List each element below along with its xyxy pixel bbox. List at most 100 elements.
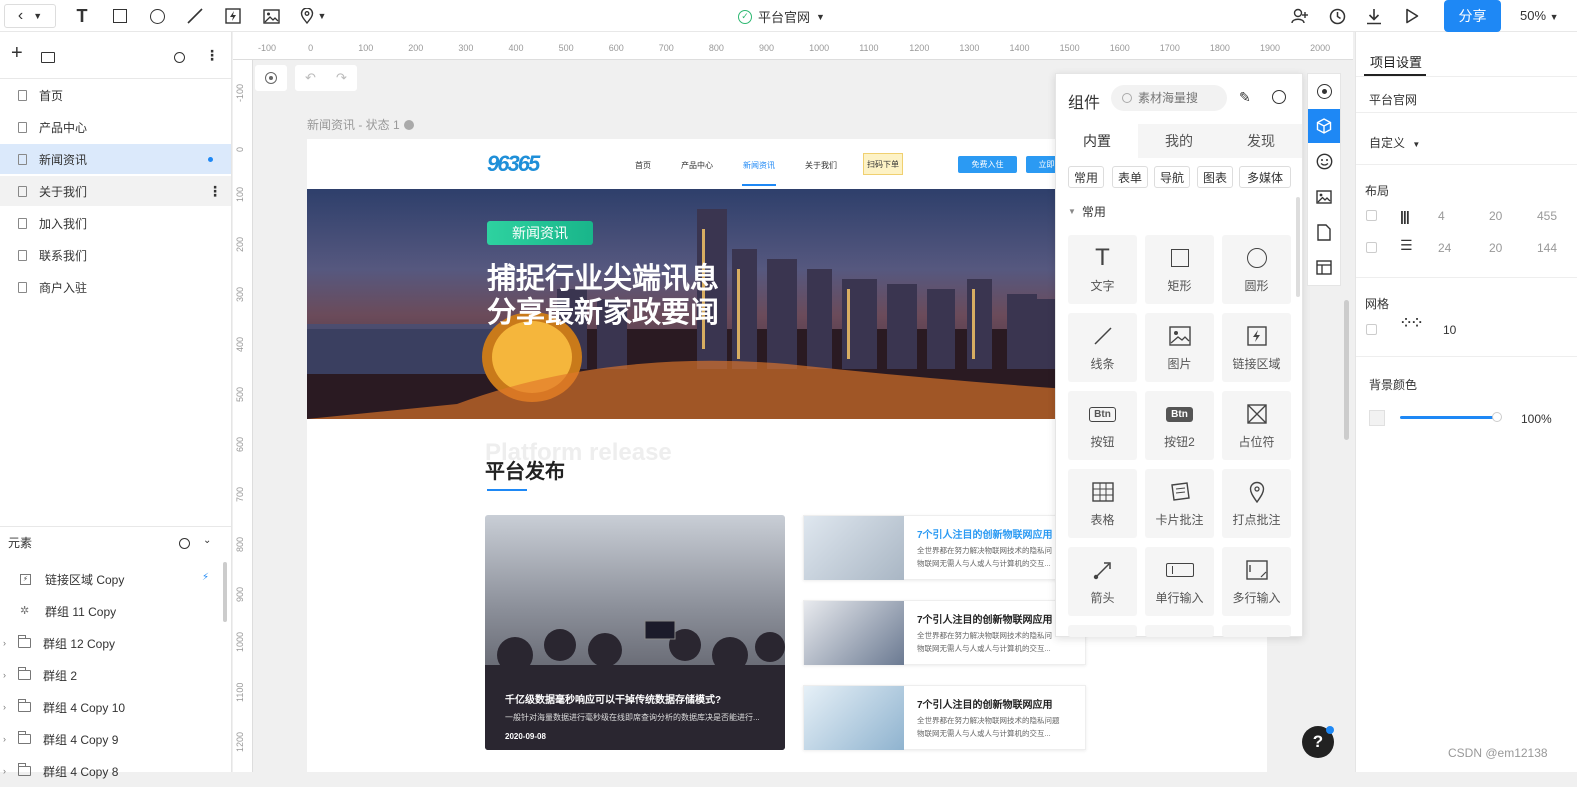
component-item[interactable] [1068,625,1137,637]
layout-col-count[interactable]: 4 [1438,209,1445,223]
chip-common[interactable]: 常用 [1068,166,1104,188]
component-item[interactable]: 表格 [1068,469,1137,538]
component-item[interactable]: 线条 [1068,313,1137,382]
element-item[interactable]: ⚡ 链接区域 Copy ⚡ [0,563,222,595]
share-button[interactable]: 分享 [1444,0,1501,32]
scrollbar[interactable] [1296,197,1300,297]
location-tool-icon[interactable]: ▼ [296,4,330,28]
eraser-icon[interactable]: ✎ [1239,89,1251,106]
image-tool-icon[interactable] [261,4,281,28]
line-tool-icon[interactable] [185,4,205,28]
target-button[interactable] [255,65,287,91]
element-item[interactable]: › 群组 2 [0,659,222,691]
news-card[interactable]: 7个引人注目的创新物联网应用 全世界都在努力解决物联网技术的隐私问 物联网无需人与人… [803,515,1086,580]
more-icon[interactable]: ⋮ [205,48,219,62]
expand-caret-icon[interactable]: › [3,766,6,776]
chip-nav[interactable]: 导航 [1154,166,1190,188]
chip-chart[interactable]: 图表 [1197,166,1233,188]
news-card[interactable]: 7个引人注目的创新物联网应用 全世界都在努力解决物联网技术的隐私问 物联网无需人与人… [803,600,1086,665]
page-item[interactable]: 新闻资讯 [0,144,231,174]
search-icon[interactable] [179,538,190,549]
emoji-tool[interactable] [1308,144,1340,178]
component-item[interactable]: 图片 [1145,313,1214,382]
opacity-slider[interactable] [1400,416,1496,419]
component-item[interactable]: Btn 按钮 [1068,391,1137,460]
opacity-value[interactable]: 100% [1521,412,1552,426]
gear-icon[interactable] [403,119,414,130]
nav-item[interactable]: 首页 [635,160,651,171]
component-item[interactable] [1222,625,1291,637]
tab-discover[interactable]: 发现 [1220,124,1302,158]
tab-mine[interactable]: 我的 [1138,124,1220,158]
news-card[interactable]: 7个引人注目的创新物联网应用 全世界都在努力解决物联网技术的隐私问题 物联网无需人与… [803,685,1086,750]
layout-row-count[interactable]: 24 [1438,241,1451,255]
opacity-slider-handle[interactable] [1492,412,1502,422]
element-item[interactable]: ✲ 群组 11 Copy [0,595,222,627]
add-page-icon[interactable]: + [11,43,23,63]
page-item[interactable]: 关于我们 ⋮ [0,176,231,206]
circle-tool-icon[interactable] [147,4,167,28]
redo-icon[interactable]: ↷ [336,70,347,86]
target-tool[interactable] [1308,74,1340,108]
layout-row-height[interactable]: 144 [1537,241,1557,255]
page-item[interactable]: 产品中心 [0,112,231,142]
page-item[interactable]: 联系我们 [0,240,231,270]
layout-row-checkbox[interactable] [1366,242,1377,253]
component-item[interactable]: 矩形 [1145,235,1214,304]
search-input[interactable] [1138,89,1222,107]
tab-builtin[interactable]: 内置 [1056,124,1138,158]
expand-caret-icon[interactable]: › [3,638,6,648]
zoom-selector[interactable]: 50% ▼ [1520,8,1559,23]
search-icon[interactable] [174,52,185,63]
expand-caret-icon[interactable]: › [3,702,6,712]
component-item[interactable]: 单行输入 [1145,547,1214,616]
component-item[interactable]: 卡片批注 [1145,469,1214,538]
state-label[interactable]: 新闻资讯 - 状态 1 [307,116,414,133]
document-tool[interactable] [1308,215,1340,249]
component-item[interactable] [1145,625,1214,637]
group-header[interactable]: ▼ 常用 [1068,203,1106,220]
component-item[interactable]: 圆形 [1222,235,1291,304]
component-item[interactable]: 打点批注 [1222,469,1291,538]
folder-icon[interactable] [41,52,55,63]
image-library-tool[interactable] [1308,180,1340,214]
component-item[interactable]: 链接区域 [1222,313,1291,382]
free-join-button[interactable]: 免费入住 [958,156,1017,173]
link-area-tool-icon[interactable] [223,4,243,28]
text-tool-icon[interactable]: T [72,4,92,28]
nav-item[interactable]: 关于我们 [805,160,837,171]
history-icon[interactable] [1327,4,1347,28]
page-item[interactable]: 首页 [0,80,231,110]
component-item[interactable]: T 文字 [1068,235,1137,304]
grid-size[interactable]: 10 [1443,323,1456,337]
layout-row-gutter[interactable]: 20 [1489,241,1502,255]
tab-project-settings[interactable]: 项目设置 [1370,52,1422,71]
element-item[interactable]: › 群组 4 Copy 9 [0,723,222,755]
project-name-field[interactable]: 平台官网 [1369,91,1417,108]
project-selector[interactable]: ✓ 平台官网 ▼ [738,7,825,26]
expand-caret-icon[interactable]: › [3,670,6,680]
more-icon[interactable]: ⋮ [208,183,222,200]
layout-tool[interactable] [1308,250,1340,284]
layout-col-width[interactable]: 455 [1537,209,1557,223]
page-item[interactable]: 加入我们 [0,208,231,238]
component-item[interactable]: 箭头 [1068,547,1137,616]
page-item[interactable]: 商户入驻 [0,272,231,302]
add-user-icon[interactable] [1290,4,1310,28]
layout-col-gutter[interactable]: 20 [1489,209,1502,223]
element-item[interactable]: › 群组 4 Copy 8 [0,755,222,787]
scan-order-button[interactable]: 扫码下单 [863,153,903,175]
back-button[interactable]: ‹ ▼ [4,4,56,28]
play-icon[interactable] [1402,4,1422,28]
scrollbar[interactable] [223,562,227,622]
nav-item[interactable]: 产品中心 [681,160,713,171]
feature-news-card[interactable]: 千亿级数据毫秒响应可以干掉传统数据存储模式? 一般针对海量数据进行毫秒级在线即席… [485,515,785,750]
chip-form[interactable]: 表单 [1112,166,1148,188]
component-item[interactable]: 多行输入 [1222,547,1291,616]
grid-checkbox[interactable] [1366,324,1377,335]
layout-col-checkbox[interactable] [1366,210,1377,221]
component-item[interactable]: Btn 按钮2 [1145,391,1214,460]
chevron-down-icon[interactable]: ⌄ [203,535,211,546]
history-icon[interactable] [1272,90,1286,104]
size-mode-select[interactable]: 自定义 ▼ [1369,134,1420,151]
